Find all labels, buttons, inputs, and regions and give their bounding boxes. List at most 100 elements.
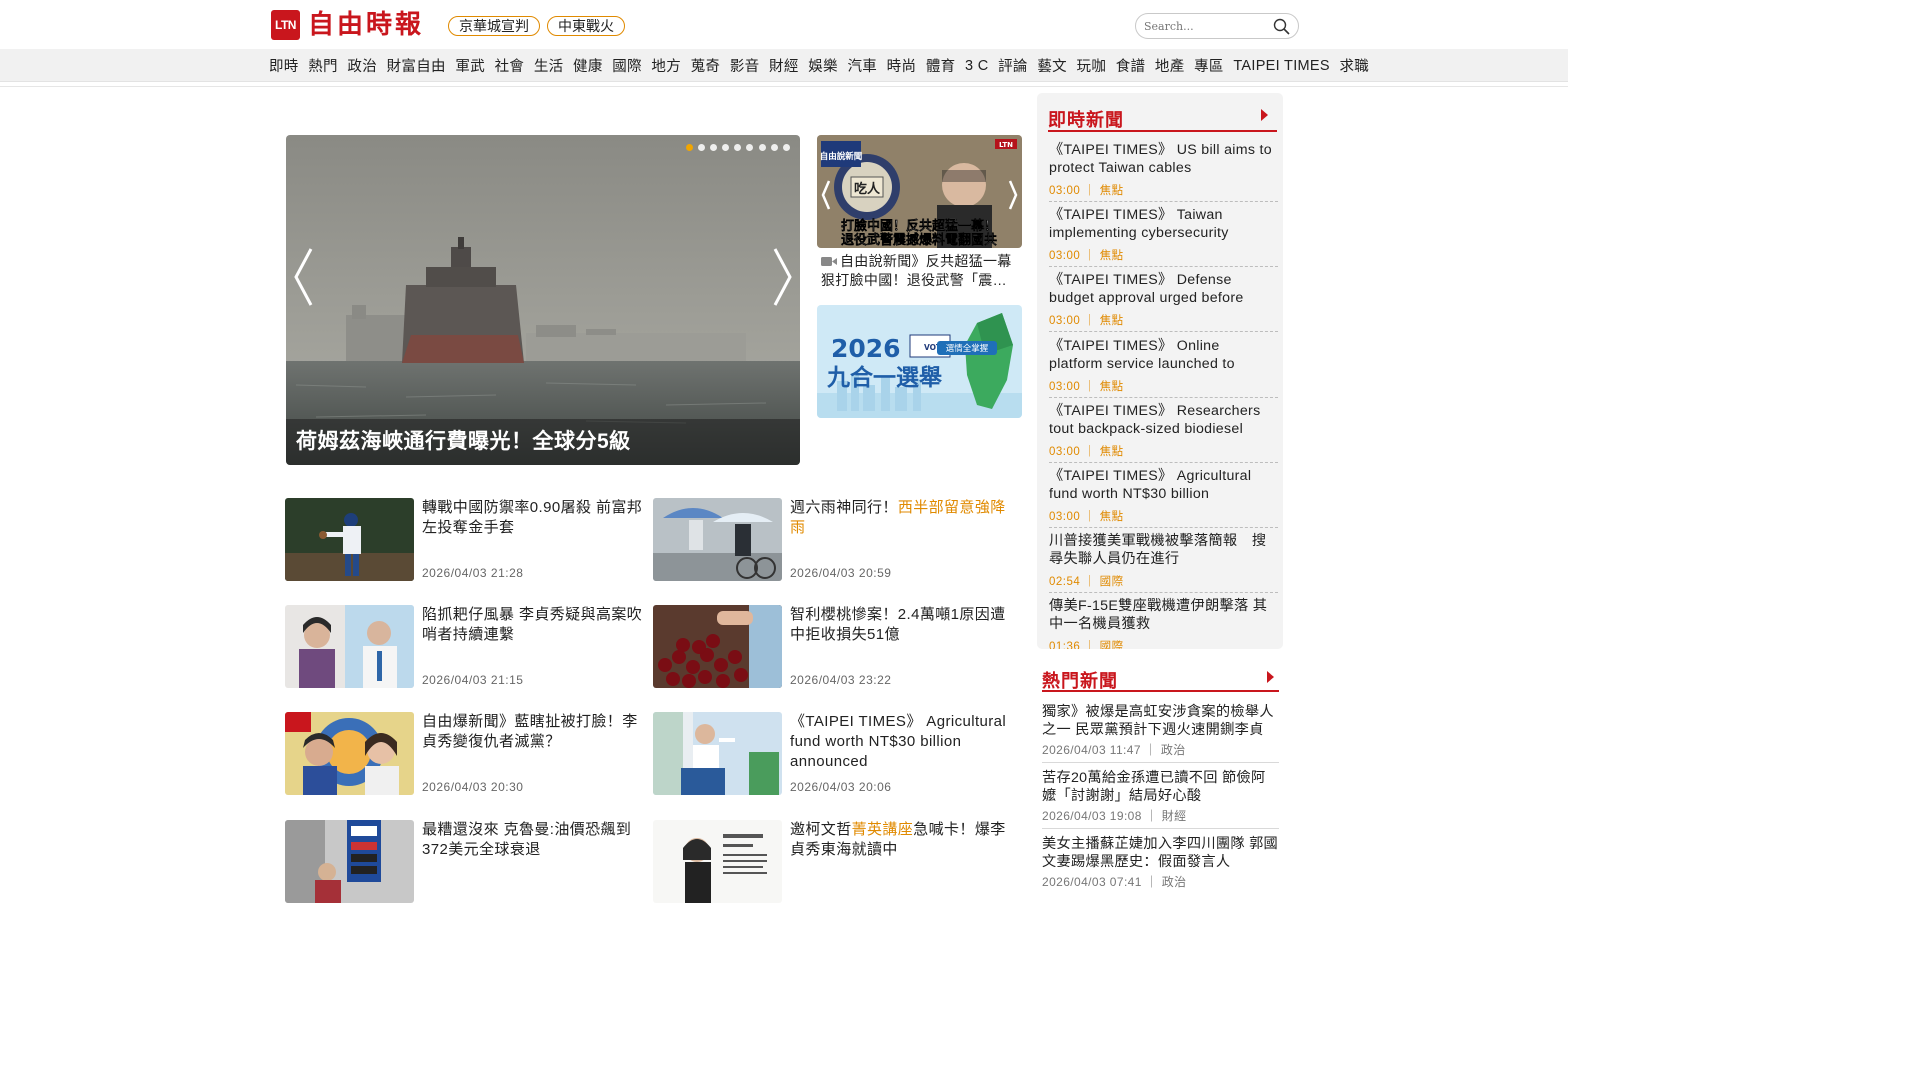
nav-item-17[interactable]: 3 C	[965, 58, 988, 74]
nav-item-8[interactable]: 國際	[612, 55, 642, 76]
carousel-prev-arrow-icon[interactable]	[291, 247, 315, 307]
video-thumbnail[interactable]: 吃人 自由說新聞 LTN 打臉中國！反共超猛一幕！ 退役武警震撼爆料電翻國共	[817, 135, 1022, 248]
nav-item-14[interactable]: 汽車	[847, 55, 877, 76]
realtime-news-category: 焦點	[1099, 380, 1124, 393]
news-title: 《TAIPEI TIMES》 Agricultural fund worth N…	[790, 713, 1007, 770]
realtime-divider	[1049, 201, 1278, 202]
search-input[interactable]	[1144, 18, 1264, 35]
nav-item-18[interactable]: 評論	[998, 55, 1028, 76]
realtime-news-item[interactable]: 《TAIPEI TIMES》 US bill aims to protect T…	[1049, 141, 1277, 198]
nav-item-13[interactable]: 娛樂	[808, 55, 838, 76]
carousel-dot-5[interactable]	[734, 144, 742, 151]
search-icon[interactable]	[1273, 18, 1290, 35]
news-title: 智利櫻桃慘案！2.4萬噸1原因遭中拒收損失51億	[790, 606, 1006, 643]
nav-item-23[interactable]: 專區	[1194, 55, 1224, 76]
video-book-label: 吃人	[854, 181, 881, 197]
carousel-dot-2[interactable]	[697, 144, 705, 151]
carousel-dots	[680, 144, 790, 151]
nav-item-16[interactable]: 體育	[926, 55, 956, 76]
news-time: 2026/04/03 20:06	[790, 780, 892, 794]
election-title: 九合一選舉	[826, 364, 943, 391]
carousel-dot-3[interactable]	[709, 144, 717, 151]
nav-item-24[interactable]: TAIPEI TIMES	[1233, 58, 1330, 74]
headline-carousel[interactable]: 荷姆茲海峽通行費曝光！全球分5級	[286, 135, 800, 465]
hot-news-time: 2026/04/03 07:41	[1042, 875, 1142, 889]
carousel-caption[interactable]: 荷姆茲海峽通行費曝光！全球分5級	[286, 419, 800, 465]
nav-item-7[interactable]: 健康	[573, 55, 603, 76]
realtime-news-item[interactable]: 傳美F-15E雙座戰機遭伊朗擊落 其中一名機員獲救 01:36 ｜ 國際	[1049, 597, 1277, 649]
hot-news-meta: 2026/04/03 07:41 ｜ 政治	[1042, 873, 1279, 890]
news-title: 陷抓耙仔風暴 李貞秀疑與高案吹哨者持續連繫	[422, 606, 643, 643]
nav-item-15[interactable]: 時尚	[887, 55, 917, 76]
nav-item-12[interactable]: 財經	[769, 55, 799, 76]
carousel-dot-7[interactable]	[758, 144, 766, 151]
video-caption[interactable]: 自由說新聞》反共超猛一幕狠打臉中國！退役武警「震…	[821, 252, 1021, 290]
hot-news-time: 2026/04/03 11:47	[1042, 743, 1141, 757]
nav-item-3[interactable]: 財富自由	[387, 55, 446, 76]
news-item-8[interactable]: 邀柯文哲菁英講座急喊卡！爆李貞秀東海就讀中	[653, 820, 1013, 904]
nav-item-4[interactable]: 軍武	[455, 55, 485, 76]
news-title: 轉戰中國防禦率0.90屠殺 前富邦左投奪金手套	[422, 499, 643, 536]
realtime-news-headline: 《TAIPEI TIMES》 Agricultural fund worth N…	[1049, 468, 1252, 502]
realtime-news-headline: 傳美F-15E雙座戰機遭伊朗擊落 其中一名機員獲救	[1049, 598, 1268, 633]
realtime-news-item[interactable]: 《TAIPEI TIMES》 Researchers tout backpack…	[1049, 402, 1277, 459]
nav-item-19[interactable]: 藝文	[1037, 55, 1067, 76]
search-box	[1135, 13, 1299, 39]
nav-item-21[interactable]: 食譜	[1116, 55, 1146, 76]
nav-item-10[interactable]: 蒐奇	[691, 55, 721, 76]
realtime-more-arrow-icon[interactable]	[1261, 109, 1268, 121]
realtime-divider	[1049, 266, 1278, 268]
news-thumb-poster	[653, 820, 782, 903]
realtime-news-item[interactable]: 《TAIPEI TIMES》 Defense budget approval u…	[1049, 271, 1277, 328]
hot-news-item[interactable]: 美女主播蘇芷婕加入李四川團隊 郭國文妻踢爆黑歷史：假面發言人 2026/04/03…	[1042, 835, 1279, 890]
news-thumb-cherries	[653, 605, 782, 688]
nav-item-2[interactable]: 政治	[347, 55, 377, 76]
news-item-3[interactable]: 陷抓耙仔風暴 李貞秀疑與高案吹哨者持續連繫 2026/04/03 21:15	[285, 605, 645, 689]
news-item-6[interactable]: 《TAIPEI TIMES》 Agricultural fund worth N…	[653, 712, 1013, 796]
meta-separator: ｜	[1080, 380, 1100, 393]
news-title: 自由爆新聞》藍瞎扯被打臉！李貞秀變復仇者滅黨？	[422, 713, 638, 750]
nav-item-11[interactable]: 影音	[730, 55, 760, 76]
carousel-dot-1[interactable]	[685, 144, 693, 151]
nav-item-9[interactable]: 地方	[651, 55, 681, 76]
election-year: 2026	[831, 334, 901, 363]
realtime-news-headline: 川普接獲美軍戰機被擊落簡報 搜尋失聯人員仍在進行	[1049, 533, 1267, 568]
news-title: 週六雨神同行！西半部留意強降雨	[790, 499, 1006, 536]
nav-item-0[interactable]: 即時	[269, 55, 299, 76]
realtime-news-time: 03:00	[1049, 315, 1081, 328]
meta-separator: ｜	[1140, 743, 1161, 757]
carousel-dot-6[interactable]	[746, 144, 754, 151]
hot-news-category: 政治	[1160, 743, 1186, 757]
topic-tag-2[interactable]: 中東戰火	[547, 16, 625, 36]
realtime-news-category: 國際	[1099, 576, 1124, 589]
carousel-dot-8[interactable]	[770, 144, 778, 151]
hot-news-item[interactable]: 獨家》被爆是高虹安涉貪案的檢舉人之一 民眾黨預計下週火速開鍘李貞 2026/04/…	[1042, 703, 1279, 758]
carousel-next-arrow-icon[interactable]	[771, 247, 795, 307]
realtime-news-item[interactable]: 川普接獲美軍戰機被擊落簡報 搜尋失聯人員仍在進行 02:54 ｜ 國際	[1049, 532, 1277, 589]
nav-item-6[interactable]: 生活	[534, 55, 564, 76]
news-item-2[interactable]: 週六雨神同行！西半部留意強降雨 2026/04/03 20:59	[653, 498, 1013, 582]
carousel-dot-9[interactable]	[783, 144, 790, 151]
realtime-news-item[interactable]: 《TAIPEI TIMES》 Online platform service l…	[1049, 337, 1277, 394]
news-item-4[interactable]: 智利櫻桃慘案！2.4萬噸1原因遭中拒收損失51億 2026/04/03 23:2…	[653, 605, 1013, 689]
realtime-news-item[interactable]: 《TAIPEI TIMES》 Taiwan implementing cyber…	[1049, 206, 1277, 263]
hot-more-arrow-icon[interactable]	[1267, 671, 1274, 683]
nav-item-5[interactable]: 社會	[495, 55, 525, 76]
nav-item-1[interactable]: 熱門	[308, 55, 338, 76]
realtime-news-meta: 03:00 ｜ 焦點	[1049, 312, 1277, 328]
realtime-news-item[interactable]: 《TAIPEI TIMES》 Agricultural fund worth N…	[1049, 467, 1277, 524]
news-item-1[interactable]: 轉戰中國防禦率0.90屠殺 前富邦左投奪金手套 2026/04/03 21:28	[285, 498, 645, 582]
site-logo[interactable]: LTN 自由時報	[271, 10, 424, 40]
hot-news-headline: 美女主播蘇芷婕加入李四川團隊 郭國文妻踢爆黑歷史：假面發言人	[1042, 836, 1279, 870]
topic-tag-1[interactable]: 京華城宣判	[448, 16, 540, 36]
news-thumb-politicians	[285, 605, 414, 688]
nav-item-20[interactable]: 玩咖	[1077, 55, 1107, 76]
nav-item-25[interactable]: 求職	[1339, 55, 1369, 76]
hot-news-item[interactable]: 苦存20萬給金孫遭已讀不回 節儉阿嬤「討謝謝」結局好心酸 2026/04/03 1…	[1042, 769, 1279, 824]
nav-item-22[interactable]: 地產	[1155, 55, 1185, 76]
news-item-7[interactable]: 最糟還沒來 克魯曼:油價恐飆到372美元全球衰退	[285, 820, 645, 904]
election-banner[interactable]: VOTE 選情全掌握 2026 九合一選舉	[817, 305, 1022, 418]
news-item-5[interactable]: 自由爆新聞》藍瞎扯被打臉！李貞秀變復仇者滅黨？ 2026/04/03 20:30	[285, 712, 645, 796]
carousel-dot-4[interactable]	[722, 144, 730, 151]
realtime-news-title[interactable]: 即時新聞	[1048, 106, 1124, 132]
